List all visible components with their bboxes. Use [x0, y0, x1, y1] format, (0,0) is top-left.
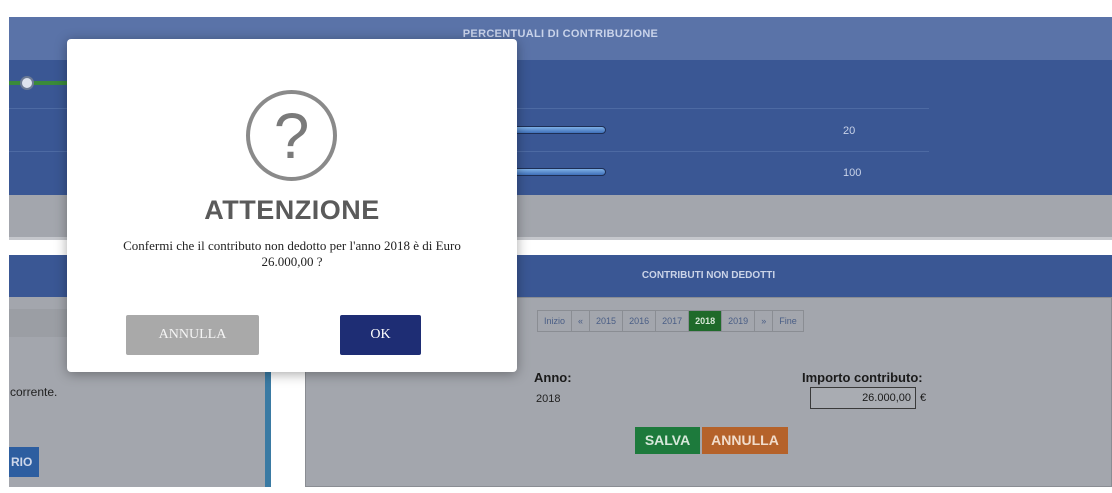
- dialog-message: Confermi che il contributo non dedotto p…: [123, 238, 461, 269]
- question-icon: ?: [246, 90, 337, 181]
- left-panel-button[interactable]: RIO: [9, 447, 39, 477]
- slider-track: [9, 81, 69, 85]
- anno-label: Anno:: [534, 370, 572, 385]
- save-button[interactable]: SALVA: [635, 427, 700, 454]
- pager-last[interactable]: Fine: [772, 310, 804, 332]
- pager-2015[interactable]: 2015: [589, 310, 624, 332]
- pager-2019[interactable]: 2019: [721, 310, 756, 332]
- percent-bar-2: [509, 168, 606, 176]
- percent-value-1: 20: [843, 125, 856, 137]
- pager-2017[interactable]: 2017: [655, 310, 690, 332]
- slider-handle[interactable]: [20, 76, 34, 90]
- currency-symbol: €: [920, 392, 927, 404]
- importo-label: Importo contributo:: [802, 370, 923, 385]
- pager-2018[interactable]: 2018: [688, 310, 723, 332]
- pager-prev[interactable]: «: [571, 310, 591, 332]
- dialog-title: ATTENZIONE: [204, 195, 380, 225]
- left-panel-text: corrente.: [10, 385, 58, 399]
- percent-bar-1: [509, 126, 606, 134]
- annulla-button[interactable]: ANNULLA: [702, 427, 788, 454]
- anno-value: 2018: [536, 393, 561, 405]
- ok-button[interactable]: OK: [340, 315, 421, 355]
- cancel-button[interactable]: ANNULLA: [126, 315, 259, 355]
- pager-2016[interactable]: 2016: [622, 310, 657, 332]
- year-pager: Inizio « 2015 2016 2017 2018 2019 » Fine: [537, 310, 804, 332]
- confirm-dialog: ? ATTENZIONE Confermi che il contributo …: [67, 39, 517, 372]
- importo-input[interactable]: 26.000,00: [810, 387, 916, 409]
- pager-next[interactable]: »: [754, 310, 774, 332]
- percent-value-2: 100: [843, 167, 862, 179]
- pager-first[interactable]: Inizio: [537, 310, 573, 332]
